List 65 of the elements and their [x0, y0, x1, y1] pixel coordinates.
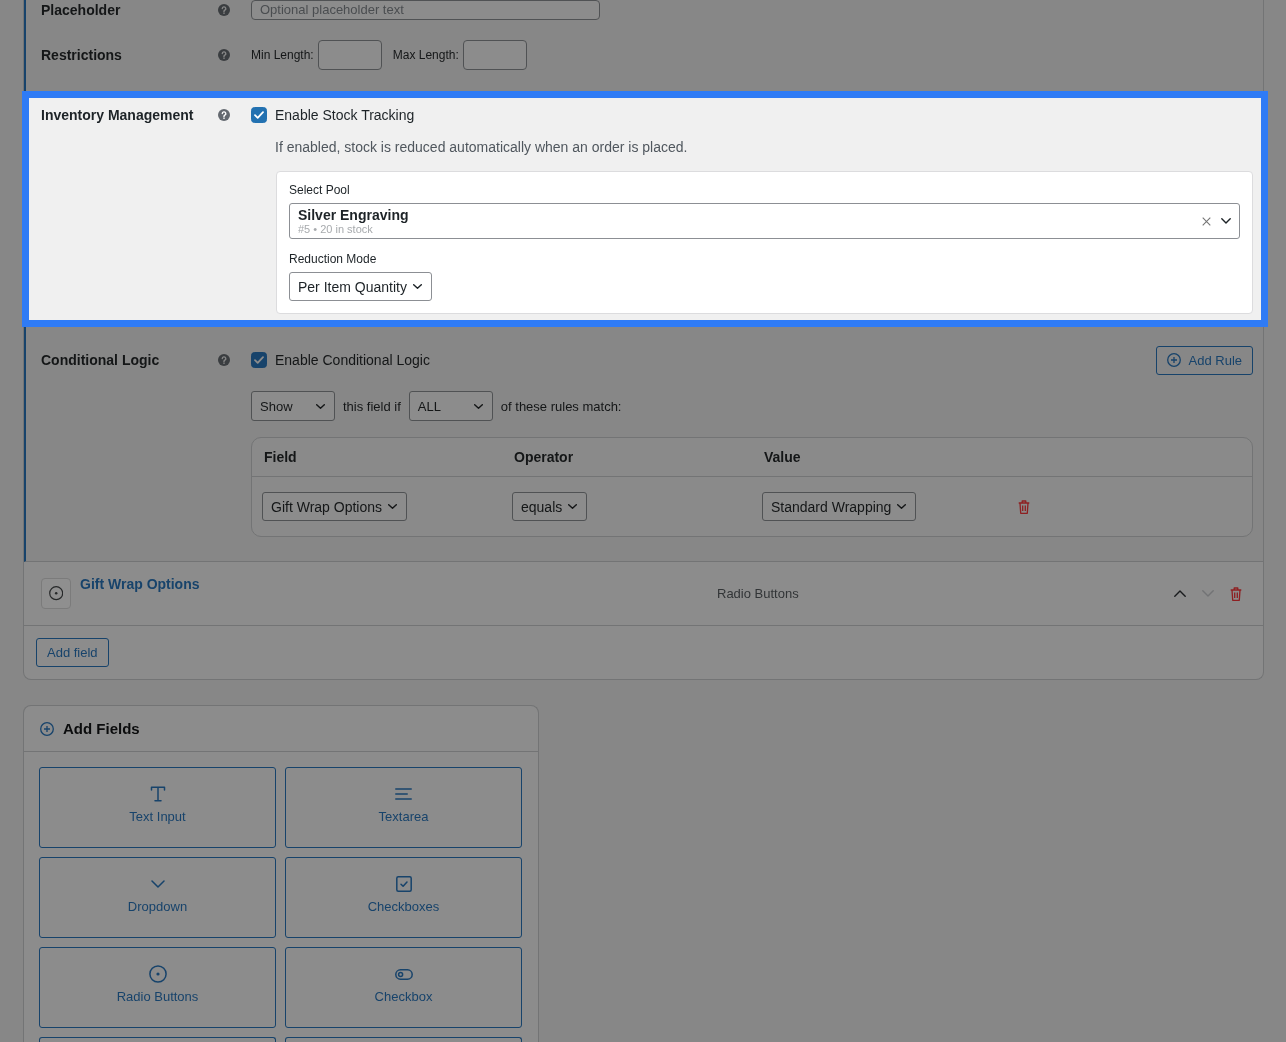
text-input[interactable]: Optional placeholder text: [251, 0, 600, 20]
chevron-down-icon: [897, 504, 907, 509]
setting-description: If enabled, stock is reduced automatically when an order is placed.: [275, 139, 688, 155]
plus-circle-icon: [40, 721, 54, 736]
plus-circle-icon: [1166, 353, 1181, 367]
setting-label: Inventory Management: [41, 107, 194, 123]
field-type-tile[interactable]: Checkbox: [285, 947, 522, 1028]
field-title[interactable]: Gift Wrap Options: [80, 576, 200, 593]
inline-label: this field if: [343, 398, 401, 414]
chevron-down-icon: [388, 504, 397, 509]
field-type-tile[interactable]: Checkboxes: [285, 857, 522, 938]
chevron-down-icon: [316, 403, 325, 409]
checkbox[interactable]: [251, 107, 267, 123]
field-type-tile[interactable]: Textarea: [285, 767, 522, 848]
clear-icon[interactable]: [1202, 216, 1211, 226]
field-label: Select Pool: [289, 183, 350, 197]
field-type-tile[interactable]: Text Input: [39, 767, 276, 848]
action-select[interactable]: Show: [251, 391, 335, 421]
checkbox-label: Enable Conditional Logic: [275, 351, 430, 369]
column-header: Operator: [514, 449, 574, 465]
toggle-icon: [394, 968, 413, 980]
lines-icon: [395, 788, 412, 800]
input-label: Max Length:: [392, 48, 459, 62]
radio-icon: [41, 578, 71, 609]
chevron-down-icon: [412, 284, 422, 289]
help-icon[interactable]: [218, 49, 230, 61]
field-type-label: Radio Buttons: [717, 586, 799, 601]
radio-icon: [148, 965, 167, 983]
field-type-tile[interactable]: Dropdown: [39, 857, 276, 938]
letter-t-icon: [149, 786, 166, 802]
field-type-tile[interactable]: Radio Buttons: [39, 947, 276, 1028]
chevron-down-icon: [1221, 218, 1231, 224]
field-type-tile[interactable]: [285, 1037, 522, 1042]
chevron-down-icon: [568, 504, 578, 509]
field-label: Reduction Mode: [289, 252, 377, 266]
add-field-button[interactable]: Add field: [36, 638, 109, 667]
setting-label: Conditional Logic: [41, 352, 160, 368]
inline-label: of these rules match:: [500, 398, 622, 414]
column-header: Value: [764, 449, 801, 465]
checkbox[interactable]: [251, 352, 267, 368]
value-select[interactable]: Standard Wrapping: [762, 492, 917, 521]
setting-label: Restrictions: [41, 47, 122, 63]
pool-select[interactable]: Silver Engraving #5 • 20 in stock: [289, 203, 1240, 239]
match-select[interactable]: ALL: [408, 391, 493, 421]
trash-icon[interactable]: [1230, 586, 1242, 601]
number-input[interactable]: [317, 40, 382, 70]
setting-label: Placeholder: [41, 2, 121, 18]
chevron-down-icon: [473, 403, 483, 409]
help-icon[interactable]: [218, 354, 230, 366]
column-header: Field: [264, 449, 297, 465]
checkbox-label: Enable Stock Tracking: [275, 106, 415, 124]
help-icon[interactable]: [218, 109, 230, 121]
operator-select[interactable]: equals: [512, 492, 588, 521]
panel-title: Add Fields: [63, 720, 140, 737]
checkbox-icon: [395, 876, 412, 892]
add-rule-button[interactable]: Add Rule: [1155, 345, 1253, 375]
field-type-tile[interactable]: [39, 1037, 276, 1042]
trash-icon[interactable]: [1018, 499, 1030, 514]
number-input[interactable]: [462, 40, 527, 70]
field-select[interactable]: Gift Wrap Options: [262, 492, 407, 521]
input-label: Min Length:: [251, 48, 314, 62]
reduction-mode-select[interactable]: Per Item Quantity: [289, 272, 432, 301]
chevron-down-icon: [150, 880, 165, 888]
help-icon[interactable]: [218, 4, 230, 16]
chevron-up-icon[interactable]: [1174, 590, 1186, 597]
